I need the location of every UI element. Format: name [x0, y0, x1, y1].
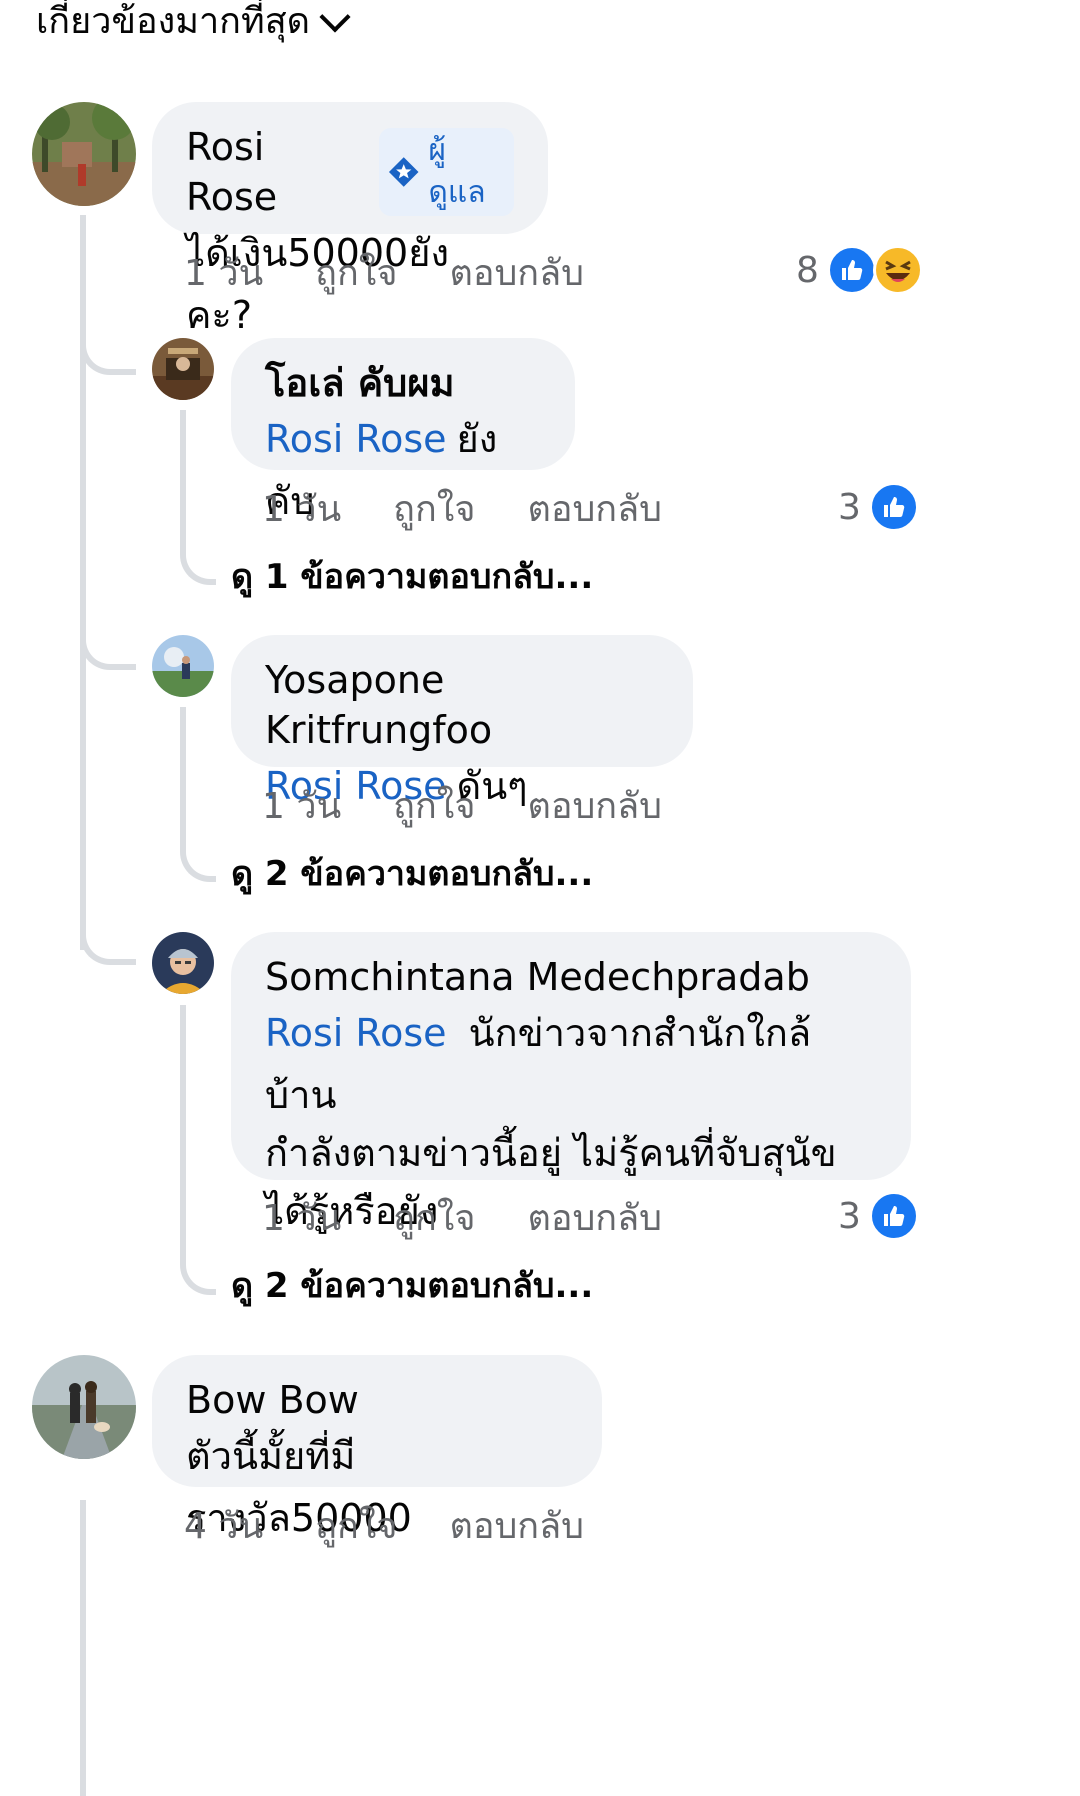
reply-button[interactable]: ตอบกลับ [527, 488, 662, 532]
mention-link[interactable]: Rosi Rose [265, 417, 447, 461]
reply-bubble[interactable]: Somchintana Medechpradab Rosi Rose นักข่… [231, 932, 911, 1233]
like-button[interactable]: ถูกใจ [315, 252, 397, 296]
like-button[interactable]: ถูกใจ [393, 1197, 475, 1241]
reply-thread-line [180, 707, 216, 882]
thread-branch [80, 920, 136, 965]
chevron-down-icon [319, 1, 351, 33]
like-button[interactable]: ถูกใจ [393, 785, 475, 829]
like-icon [868, 482, 919, 532]
reply-time[interactable]: 1 วัน [262, 785, 341, 829]
thread-branch [80, 625, 136, 670]
sort-dropdown[interactable]: เกี่ยวข้องมากที่สุด [36, 0, 351, 44]
reply-bubble[interactable]: Yosapone Kritfrungfoo Rosi Rose ดันๆ [231, 635, 693, 808]
comment-author[interactable]: Bow Bow [186, 1375, 359, 1425]
avatar[interactable] [152, 635, 214, 697]
reply-thread-line [180, 1005, 216, 1295]
reaction-count: 3 [838, 1195, 861, 1237]
reply-author[interactable]: โอเล่ คับผม [265, 358, 455, 408]
avatar[interactable] [152, 338, 214, 400]
comment-bubble[interactable]: Bow Bow ตัวนี้มั้ยที่มีรางวัล50000 [152, 1355, 602, 1540]
reply-bubble[interactable]: โอเล่ คับผม Rosi Rose ยังคับ [231, 338, 575, 523]
haha-icon [872, 245, 923, 295]
reply-time[interactable]: 1 วัน [262, 488, 341, 532]
admin-star-icon [388, 157, 419, 187]
reply-author[interactable]: Yosapone Kritfrungfoo [265, 655, 659, 755]
view-more-replies[interactable]: ดู 2 ข้อความตอบกลับ... [231, 852, 593, 896]
reply-button[interactable]: ตอบกลับ [449, 252, 584, 296]
reaction-count: 8 [796, 249, 819, 291]
sort-label: เกี่ยวข้องมากที่สุด [36, 1, 311, 42]
comment-author[interactable]: Rosi Rose [186, 122, 365, 222]
thread-line [80, 215, 86, 950]
reply-time[interactable]: 1 วัน [262, 1197, 341, 1241]
view-more-replies[interactable]: ดู 2 ข้อความตอบกลับ... [231, 1264, 593, 1308]
avatar[interactable] [32, 1355, 136, 1459]
reaction-count: 3 [838, 486, 861, 528]
reaction-summary[interactable]: 3 [838, 482, 919, 532]
comment-time[interactable]: 1 วัน [184, 252, 263, 296]
reaction-summary[interactable]: 3 [838, 1191, 919, 1241]
like-icon [826, 245, 877, 295]
reply-actions: 1 วัน ถูกใจ ตอบกลับ [262, 1197, 662, 1241]
thread-branch [80, 330, 136, 375]
comment-time[interactable]: 4 วัน [184, 1505, 263, 1549]
mention-link[interactable]: Rosi Rose [265, 1011, 447, 1055]
admin-badge: ผู้ดูแล [378, 128, 514, 216]
reply-button[interactable]: ตอบกลับ [527, 1197, 662, 1241]
reply-actions: 1 วัน ถูกใจ ตอบกลับ [262, 785, 662, 829]
like-button[interactable]: ถูกใจ [315, 1505, 397, 1549]
reply-button[interactable]: ตอบกลับ [449, 1505, 584, 1549]
avatar[interactable] [32, 102, 136, 206]
admin-badge-label: ผู้ดูแล [428, 133, 486, 210]
view-more-replies[interactable]: ดู 1 ข้อความตอบกลับ... [231, 555, 593, 599]
comment-bubble[interactable]: Rosi Rose ผู้ดูแล ได้เงิน50000ยังคะ? [152, 102, 548, 337]
like-icon [868, 1191, 919, 1241]
reply-author[interactable]: Somchintana Medechpradab [265, 952, 810, 1002]
comment-actions: 1 วัน ถูกใจ ตอบกลับ [184, 252, 584, 296]
reply-thread-line [180, 410, 216, 585]
like-button[interactable]: ถูกใจ [393, 488, 475, 532]
reply-button[interactable]: ตอบกลับ [527, 785, 662, 829]
thread-line [80, 1500, 86, 1796]
reply-actions: 1 วัน ถูกใจ ตอบกลับ [262, 488, 662, 532]
reaction-summary[interactable]: 8 [796, 245, 923, 295]
reply-text-line: กำลังตามข่าวนี้อยู่ ไม่รู้คนที่จับสุนัข [265, 1131, 837, 1175]
comment-actions: 4 วัน ถูกใจ ตอบกลับ [184, 1505, 584, 1549]
avatar[interactable] [152, 932, 214, 994]
